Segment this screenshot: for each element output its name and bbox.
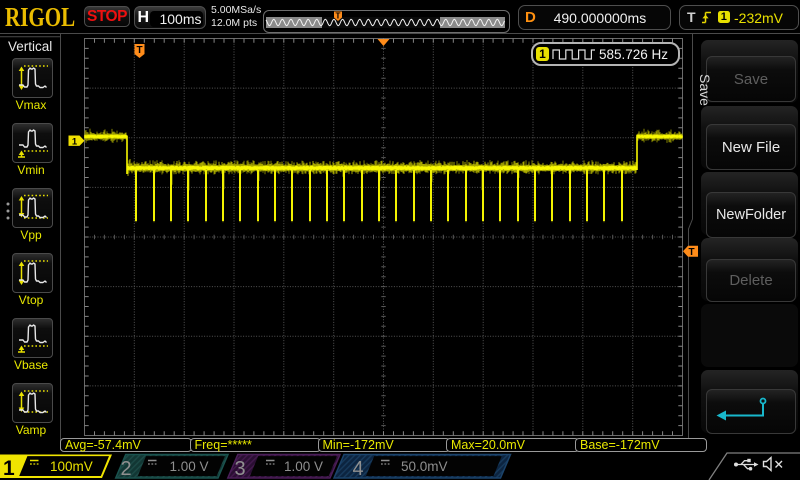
svg-text:1.00 V: 1.00 V (170, 459, 209, 474)
svg-text:1: 1 (3, 457, 15, 480)
svg-text:3: 3 (235, 458, 246, 480)
svg-text:100mV: 100mV (50, 459, 93, 474)
svg-text:50.0mV: 50.0mV (401, 459, 448, 474)
svg-text:4: 4 (353, 458, 364, 480)
svg-text:2: 2 (121, 458, 132, 480)
svg-text:1.00 V: 1.00 V (284, 459, 323, 474)
